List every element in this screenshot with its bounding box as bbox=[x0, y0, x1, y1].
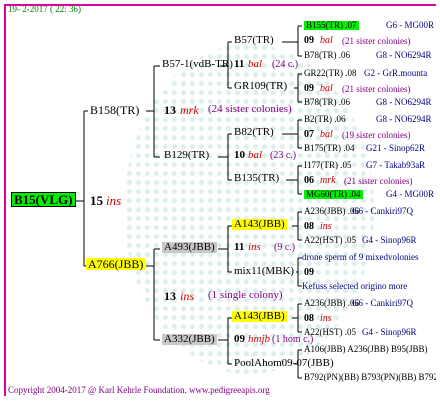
gr22-name[interactable]: GR22(TR) .08 bbox=[304, 69, 357, 78]
a143b-name[interactable]: A143(JBB) bbox=[232, 311, 287, 322]
b158-sisters: (24 sister colonies) bbox=[208, 103, 292, 115]
a332-breeder: hmjb bbox=[248, 333, 270, 345]
a766-count: (1 single colony) bbox=[208, 289, 283, 301]
drone-sperm: drone sperm of 9 mixedvolonies bbox=[302, 252, 419, 262]
a766-breeder: ins bbox=[180, 289, 195, 303]
g4r20-year: 08 bbox=[304, 313, 314, 324]
a22a-dam: G4 - Sinop96R bbox=[362, 235, 417, 245]
g4r5-year: 09 bbox=[304, 83, 314, 94]
gr22-dam: G2 - GrR.mounta bbox=[364, 68, 428, 78]
kefuss: Kefuss selected origino more bbox=[302, 281, 408, 291]
a332-year: 09 bbox=[234, 333, 245, 345]
a236b-name[interactable]: A236(JBB) .06 bbox=[304, 299, 359, 308]
g4r11-year: 06 bbox=[304, 175, 314, 186]
a236a-dam: G6 - Cankiri97Q bbox=[352, 206, 413, 216]
b78a-dam: G8 - NO6294R bbox=[376, 50, 432, 60]
b129-breeder: bal bbox=[248, 149, 263, 161]
a22b-dam: G4 - Sinop96R bbox=[362, 327, 417, 337]
gr109-name[interactable]: GR109(TR) bbox=[234, 81, 287, 92]
a493-breeder: ins bbox=[248, 241, 261, 253]
g4r17-year: 09 bbox=[304, 267, 314, 278]
b792-name[interactable]: B792(PN)(BB) B793(PN)(BB) B792(PN) bbox=[304, 373, 436, 382]
b78b-dam: G8 - NO6294R bbox=[376, 97, 432, 107]
b158-year: 13 bbox=[164, 103, 176, 117]
b129-year: 10 bbox=[234, 149, 245, 161]
b129-name[interactable]: B129(TR) bbox=[164, 150, 209, 161]
b82-name[interactable]: B82(TR) bbox=[234, 127, 274, 138]
b175-dam: G21 - Sinop62R bbox=[366, 143, 426, 153]
b78b-name[interactable]: B78(TR) .06 bbox=[304, 98, 350, 107]
g4r5-count: (21 sister colonies) bbox=[342, 84, 411, 94]
g4r11-breeder: mrk bbox=[320, 175, 336, 186]
b129-count: (23 c.) bbox=[270, 150, 297, 161]
g4r8-breeder: bal bbox=[320, 129, 333, 140]
g4r2-count: (21 sister colonies) bbox=[342, 36, 411, 46]
b57tr-name[interactable]: B57(TR) bbox=[234, 35, 274, 46]
a236b-dam: G6 - Cankiri97Q bbox=[352, 298, 413, 308]
a22b-name[interactable]: A22(HST) .05 bbox=[304, 328, 356, 337]
header-date: 19- 2-2017 ( 22: 36) bbox=[8, 4, 81, 14]
i177-name[interactable]: I177(TR) .05 bbox=[304, 161, 352, 170]
root-breeder: ins bbox=[106, 193, 122, 208]
mix11-name[interactable]: mix11(MBK) bbox=[234, 266, 294, 277]
i177-dam: G7 - Takab93aR bbox=[366, 160, 426, 170]
a493-count: (9 c.) bbox=[274, 242, 296, 253]
dam-name[interactable]: A766(JBB) bbox=[86, 258, 146, 270]
a332-name[interactable]: A332(JBB) bbox=[162, 334, 217, 345]
g4r20-breeder: ins bbox=[320, 313, 332, 324]
g4r14-year: 08 bbox=[304, 221, 314, 232]
b175-name[interactable]: B175(TR) .04 bbox=[304, 144, 355, 153]
g4r2-year: 09 bbox=[304, 35, 314, 46]
b2-dam: G8 - NO6294R bbox=[376, 114, 432, 124]
sire-name[interactable]: B158(TR) bbox=[90, 104, 139, 116]
a143a-name[interactable]: A143(JBB) bbox=[232, 219, 287, 230]
b57-count: (24 c.) bbox=[272, 59, 299, 70]
b57-breeder: bal bbox=[248, 58, 263, 70]
a106-name[interactable]: A106(JBB) A236(JBB) B95(JBB) bbox=[304, 345, 428, 354]
root-queen[interactable]: B15(VLG) bbox=[11, 192, 76, 207]
b57-name[interactable]: B57-1(vdB-TR) bbox=[162, 59, 233, 70]
b2-name[interactable]: B2(TR) .06 bbox=[304, 115, 346, 124]
a766-year: 13 bbox=[164, 289, 176, 303]
b57-year: 11 bbox=[234, 58, 245, 70]
root-year: 15 bbox=[90, 193, 103, 208]
g4r11-count: (21 sister colonies) bbox=[344, 176, 413, 186]
footer-copyright: Copyright 2004-2017 @ Karl Kehrle Founda… bbox=[8, 385, 270, 395]
a22a-name[interactable]: A22(HST) .05 bbox=[304, 236, 356, 245]
a493-year: 11 bbox=[234, 241, 245, 253]
g4r2-breeder: bal bbox=[320, 35, 333, 46]
a236a-name[interactable]: A236(JBB) .06 bbox=[304, 207, 359, 216]
g4r8-year: 07 bbox=[304, 129, 314, 140]
g4r14-breeder: ins bbox=[320, 221, 332, 232]
poolahom-name[interactable]: PoolAhom09-07(JBB) bbox=[234, 358, 334, 369]
b155-dam: G6 - MG00R bbox=[386, 20, 435, 30]
b155-name[interactable]: B155(TR) .07 bbox=[304, 21, 359, 30]
b78a-name[interactable]: B78(TR) .06 bbox=[304, 51, 350, 60]
a493-name[interactable]: A493(JBB) bbox=[162, 242, 217, 253]
mg60-dam: G4 - MG00R bbox=[386, 189, 435, 199]
b158-breeder: mrk bbox=[180, 103, 199, 117]
b135-name[interactable]: B135(TR) bbox=[234, 173, 279, 184]
pedigree-chart: 19- 2-2017 ( 22: 36) B15(VLG) 15 ins B15… bbox=[4, 4, 436, 396]
g4r5-breeder: bal bbox=[320, 83, 333, 94]
g4r8-count: (19 sister colonies) bbox=[342, 130, 411, 140]
mg60-name[interactable]: MG60(TR) .04 bbox=[304, 190, 363, 199]
